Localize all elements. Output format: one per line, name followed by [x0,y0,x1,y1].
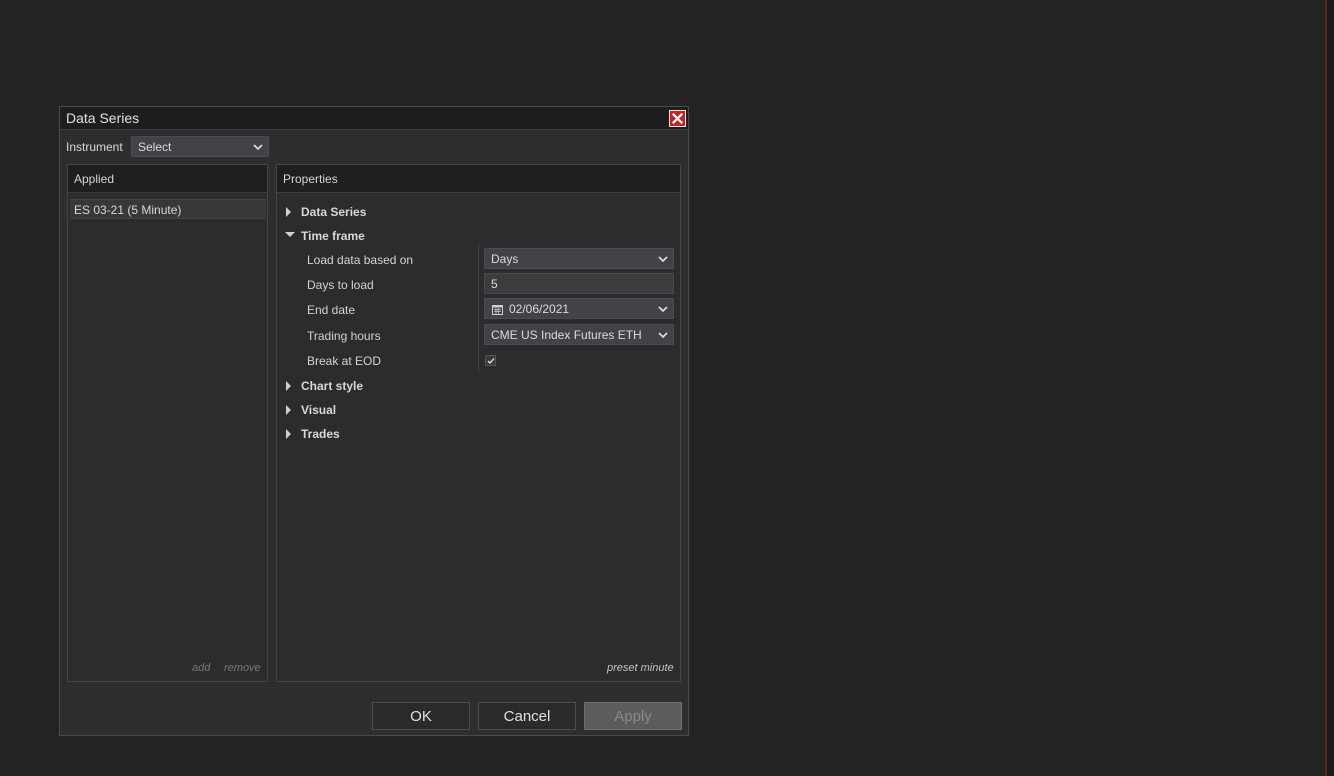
chevron-down-icon [253,144,263,151]
trading-hours-value: CME US Index Futures ETH [491,328,642,342]
properties-header-label: Properties [283,172,338,186]
end-date-label: End date [307,303,356,317]
applied-item-label: ES 03-21 (5 Minute) [74,203,182,217]
break-eod-checkbox[interactable] [485,355,496,366]
data-series-dialog: Data Series Instrument Select Applied ES… [59,106,689,736]
section-data-series-label: Data Series [301,205,367,219]
instrument-label: Instrument [66,140,123,154]
days-to-load-label: Days to load [307,278,374,292]
days-to-load-input[interactable]: 5 [484,273,674,294]
cancel-button[interactable]: Cancel [478,702,576,730]
properties-header: Properties [277,165,680,193]
dialog-titlebar[interactable]: Data Series [60,107,688,130]
collapse-arrow-icon [285,232,295,237]
dialog-title: Data Series [66,110,140,126]
chevron-down-icon [658,306,668,313]
property-grid-divider [478,244,479,372]
load-data-select[interactable]: Days [484,248,674,269]
calendar-icon [492,305,503,315]
applied-header: Applied [68,165,267,193]
window-right-edge [1325,0,1334,776]
end-date-value: 02/06/2021 [509,302,570,316]
load-data-label: Load data based on [307,253,414,267]
section-time-frame-label: Time frame [301,229,365,243]
days-to-load-value: 5 [491,277,498,291]
apply-button[interactable]: Apply [584,702,682,730]
properties-panel: Properties Data Series Time frame Load d… [276,164,681,682]
section-chart-style-label: Chart style [301,379,364,393]
applied-list-item[interactable]: ES 03-21 (5 Minute) [70,199,266,219]
chevron-down-icon [658,256,668,263]
expand-arrow-icon [286,207,291,217]
ok-button[interactable]: OK [372,702,470,730]
applied-panel: Applied ES 03-21 (5 Minute) add remove [67,164,268,682]
remove-link[interactable]: remove [224,662,261,674]
instrument-select-value: Select [138,140,172,154]
close-icon [672,113,683,124]
add-link[interactable]: add [192,662,210,674]
instrument-select[interactable]: Select [131,136,269,157]
section-visual-label: Visual [301,403,337,417]
expand-arrow-icon [286,429,291,439]
break-eod-label: Break at EOD [307,354,382,368]
chevron-down-icon [658,332,668,339]
checkmark-icon [487,357,494,364]
close-button[interactable] [669,110,686,127]
expand-arrow-icon [286,405,291,415]
load-data-value: Days [491,252,519,266]
trading-hours-select[interactable]: CME US Index Futures ETH [484,324,674,345]
preset-minute-link[interactable]: preset minute [607,662,674,674]
section-trades-label: Trades [301,427,340,441]
expand-arrow-icon [286,381,291,391]
trading-hours-label: Trading hours [307,329,381,343]
applied-header-label: Applied [74,172,115,186]
end-date-picker[interactable]: 02/06/2021 [484,298,674,319]
